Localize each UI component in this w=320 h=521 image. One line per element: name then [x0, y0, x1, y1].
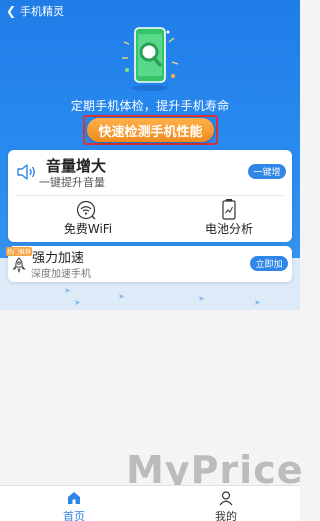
home-icon [68, 492, 80, 504]
battery-analysis-label[interactable]: 电池分析 [196, 220, 262, 237]
back-arrow-icon[interactable]: ❮ [4, 4, 18, 18]
free-wifi-label[interactable]: 免费WiFi [56, 220, 120, 237]
title-bar: ❮ 手机精灵 [0, 0, 300, 22]
phone-magnifier-icon [122, 27, 179, 91]
nav-home[interactable]: 首页 [50, 488, 98, 521]
tools-card: 音量增大 一键提升音量 一键增 免费WiFi 电池分析 [8, 150, 292, 242]
speed-title: 强力加速 [32, 251, 85, 266]
nav-mine[interactable]: 我的 [202, 488, 250, 521]
volume-title: 音量增大 [46, 157, 107, 175]
quick-check-button[interactable]: 快速检测手机性能 [87, 118, 214, 142]
user-icon [219, 491, 233, 506]
rocket-icon [12, 257, 26, 273]
hero-slogan: 定期手机体检，提升手机寿命 [70, 99, 230, 113]
volume-subtitle: 一键提升音量 [39, 176, 105, 189]
fish-decoration-icon: ➤ [74, 298, 81, 307]
nav-home-label: 首页 [63, 510, 85, 521]
hot-recommend-badge: 热门推荐 [6, 247, 32, 256]
bottom-nav: 首页 我的 [0, 485, 300, 521]
fish-decoration-icon: ➤ [198, 294, 205, 303]
battery-icon[interactable] [222, 198, 236, 220]
wifi-icon[interactable] [76, 200, 96, 220]
fish-decoration-icon: ➤ [254, 298, 261, 307]
fish-decoration-icon: ➤ [118, 292, 125, 301]
app-title: 手机精灵 [20, 5, 64, 18]
speed-card[interactable]: 热门推荐 强力加速 深度加速手机 立即加 [6, 246, 292, 282]
speaker-icon [17, 164, 35, 180]
nav-mine-label: 我的 [215, 510, 237, 521]
divider [16, 195, 284, 196]
volume-boost-button[interactable]: 一键增 [248, 164, 286, 179]
speed-up-button[interactable]: 立即加 [250, 256, 288, 271]
speed-subtitle: 深度加速手机 [31, 269, 91, 280]
fish-decoration-icon: ➤ [64, 286, 71, 295]
